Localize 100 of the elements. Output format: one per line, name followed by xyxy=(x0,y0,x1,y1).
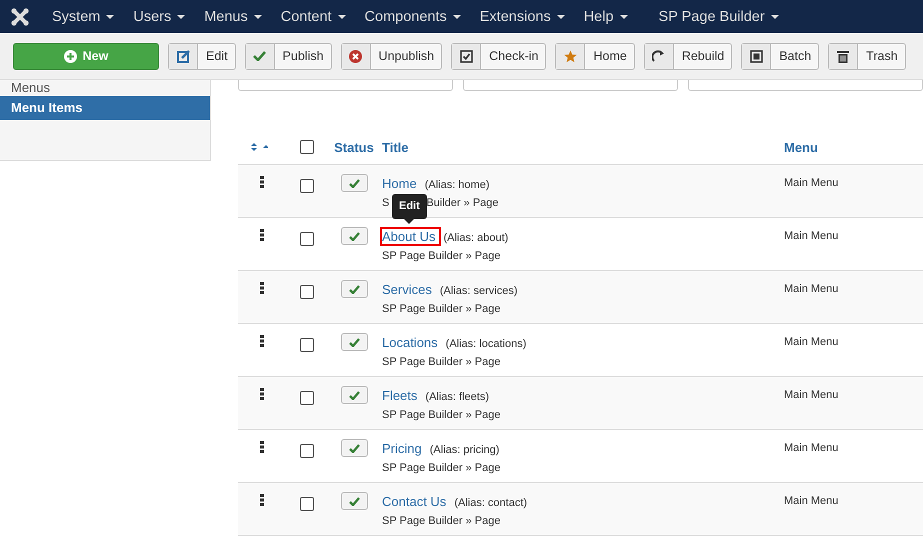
star-icon xyxy=(564,50,577,62)
caret-icon xyxy=(620,14,628,18)
table-cell-text: Main Menu xyxy=(784,494,840,507)
table-cell-text: Main Menu xyxy=(784,388,840,401)
drag-handle-icon[interactable] xyxy=(260,282,264,294)
toolbar-button[interactable]: Unpublish xyxy=(340,42,442,70)
tooltip: Edit xyxy=(392,194,427,224)
checkbox-icon xyxy=(460,50,473,62)
caret-icon xyxy=(338,14,346,18)
table-cell-text: Main Menu xyxy=(784,441,840,454)
item-title-link[interactable]: Pricing xyxy=(380,439,428,458)
drag-handle-icon[interactable] xyxy=(260,388,264,400)
item-type-text: SP Page Builder » Page xyxy=(382,462,500,474)
check-icon xyxy=(348,232,360,240)
alias-text: (Alias: locations) xyxy=(446,338,526,350)
item-title-link[interactable]: About Us xyxy=(380,227,442,246)
item-title-link[interactable]: Locations xyxy=(380,333,444,352)
check-icon xyxy=(348,338,360,346)
toolbar-button[interactable]: Trash xyxy=(828,42,906,70)
caret-icon xyxy=(452,14,461,18)
row-checkbox[interactable] xyxy=(300,497,314,511)
status-toggle[interactable] xyxy=(340,492,368,510)
row-checkbox[interactable] xyxy=(300,444,314,458)
item-title-link[interactable]: Contact Us xyxy=(380,492,452,511)
table-cell-text: Main Menu xyxy=(784,335,840,348)
status-toggle[interactable] xyxy=(340,174,368,192)
filter-field[interactable] xyxy=(238,80,453,91)
caret-icon xyxy=(254,14,262,18)
drag-handle-icon[interactable] xyxy=(260,335,264,347)
toolbar-button[interactable]: Edit xyxy=(168,42,236,70)
item-type-text: SP Page Builder » Page xyxy=(382,356,500,368)
status-toggle[interactable] xyxy=(340,280,368,298)
column-header[interactable]: Menu xyxy=(784,140,923,154)
drag-handle-icon[interactable] xyxy=(260,494,264,506)
status-toggle[interactable] xyxy=(340,333,368,351)
sort-icon[interactable] xyxy=(250,142,268,152)
item-type-text: S xyxy=(382,197,390,209)
alias-text: (Alias: home) xyxy=(424,179,490,191)
table-cell-text: Main Menu xyxy=(784,229,840,242)
nav-menu-item[interactable]: Components xyxy=(364,8,461,24)
status-toggle[interactable] xyxy=(340,386,368,404)
sidebar-item[interactable]: Menu Items xyxy=(0,96,210,120)
check-icon xyxy=(348,390,360,400)
check-icon xyxy=(253,51,266,61)
drag-handle-icon[interactable] xyxy=(260,229,264,241)
check-icon xyxy=(348,284,360,294)
row-checkbox[interactable] xyxy=(300,391,314,405)
column-header[interactable]: Title xyxy=(382,140,784,154)
status-toggle[interactable] xyxy=(340,227,368,245)
row-checkbox[interactable] xyxy=(300,179,314,193)
nav-menu-item[interactable]: System xyxy=(52,8,114,24)
toolbar-button[interactable]: Batch xyxy=(741,42,820,70)
check-icon xyxy=(348,178,360,188)
refresh-icon xyxy=(652,50,666,62)
check-icon xyxy=(348,496,360,506)
toolbar-button[interactable]: Rebuild xyxy=(644,42,732,70)
drag-handle-icon[interactable] xyxy=(260,176,264,188)
alias-text: (Alias: about) xyxy=(443,232,508,244)
item-title-link[interactable]: Services xyxy=(380,280,438,299)
caret-icon xyxy=(770,14,779,18)
toolbar-button[interactable]: Home xyxy=(555,42,635,70)
status-toggle[interactable] xyxy=(340,439,368,457)
edit-icon xyxy=(176,50,190,62)
item-type-text: SP Page Builder » Page xyxy=(382,250,500,262)
row-checkbox[interactable] xyxy=(300,232,314,246)
logo-icon[interactable] xyxy=(11,8,29,26)
item-type-text: SP Page Builder » Page xyxy=(382,409,500,421)
filter-field[interactable] xyxy=(688,80,923,91)
item-type-text: Builder » Page xyxy=(426,197,499,209)
filter-field[interactable] xyxy=(462,80,678,91)
nav-menu-item[interactable]: Help xyxy=(584,8,628,24)
alias-text: (Alias: pricing) xyxy=(430,444,500,456)
toolbar-button[interactable]: Check-in xyxy=(451,42,546,70)
nav-menu-item[interactable]: Extensions xyxy=(480,8,565,24)
row-checkbox[interactable] xyxy=(300,285,314,299)
sidebar-item[interactable]: Menus xyxy=(0,80,210,96)
caret-icon xyxy=(177,14,186,18)
item-type-text: SP Page Builder » Page xyxy=(382,303,500,315)
nav-menu-item[interactable]: Users xyxy=(133,8,186,24)
alias-text: (Alias: services) xyxy=(440,285,518,297)
drag-handle-icon[interactable] xyxy=(260,441,264,453)
toolbar-button[interactable]: Publish xyxy=(244,42,332,70)
caret-icon xyxy=(106,14,114,18)
item-title-link[interactable]: Home xyxy=(380,174,423,193)
square-icon xyxy=(750,50,763,62)
select-all-checkbox[interactable] xyxy=(300,140,314,154)
nav-menu-item[interactable]: Content xyxy=(280,8,346,24)
column-header[interactable]: Status xyxy=(326,140,382,154)
caret-icon xyxy=(556,14,565,18)
table-cell-text: Main Menu xyxy=(784,176,840,189)
item-type-text: SP Page Builder » Page xyxy=(382,515,500,527)
nav-menu-item[interactable]: Menus xyxy=(204,8,262,24)
alias-text: (Alias: contact) xyxy=(454,497,528,509)
alias-text: (Alias: fleets) xyxy=(425,391,489,403)
row-checkbox[interactable] xyxy=(300,338,314,352)
nav-menu-item[interactable]: SP Page Builder xyxy=(658,8,779,24)
plus-icon xyxy=(64,50,77,62)
table-cell-text: Main Menu xyxy=(784,282,840,295)
item-title-link[interactable]: Fleets xyxy=(380,386,424,405)
check-icon xyxy=(348,444,360,452)
